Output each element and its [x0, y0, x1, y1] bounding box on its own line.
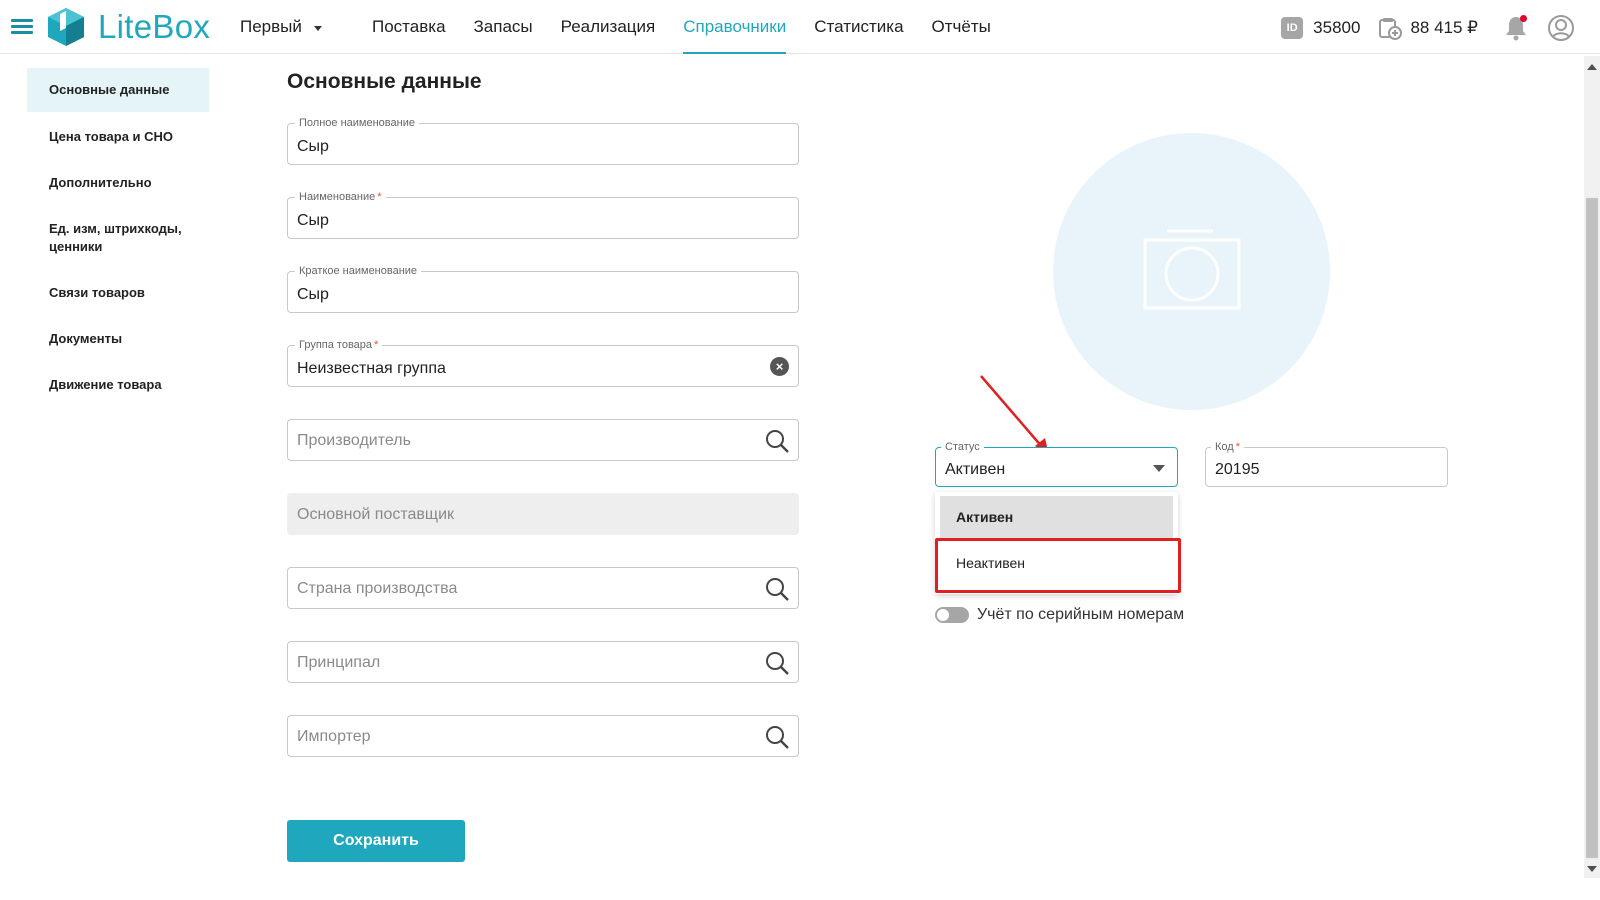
- principal-field[interactable]: Принципал: [287, 641, 799, 683]
- scroll-up-icon[interactable]: [1587, 64, 1597, 70]
- code-field[interactable]: Код * 20195: [1205, 440, 1448, 487]
- wallet-add-icon[interactable]: [1378, 16, 1403, 40]
- status-dropdown-menu: Активен Неактивен: [935, 492, 1178, 594]
- logo[interactable]: LiteBox: [46, 6, 210, 48]
- manufacturer-placeholder: Производитель: [297, 432, 411, 449]
- camera-icon: [1143, 229, 1241, 310]
- serial-numbers-toggle[interactable]: [935, 607, 969, 623]
- nav-item-stock[interactable]: Запасы: [474, 0, 533, 54]
- sidebar-item-units-barcodes[interactable]: Ед. изм, штрихкоды, ценники: [27, 208, 209, 268]
- main-nav: Поставка Запасы Реализация Справочники С…: [372, 0, 1019, 54]
- code-label: Код *: [1211, 440, 1244, 454]
- toggle-knob: [937, 609, 949, 621]
- account-id: 35800: [1313, 18, 1361, 37]
- country-field[interactable]: Страна производства: [287, 567, 799, 609]
- product-group-label: Группа товара *: [295, 338, 383, 352]
- full-name-field[interactable]: Полное наименование Сыр: [287, 116, 799, 165]
- nav-item-sales[interactable]: Реализация: [561, 0, 656, 54]
- search-icon[interactable]: [764, 428, 790, 454]
- full-name-label: Полное наименование: [295, 116, 419, 130]
- status-option-active[interactable]: Активен: [940, 496, 1173, 538]
- annotation-arrow: [980, 375, 1049, 455]
- nav-item-reports[interactable]: Отчёты: [932, 0, 991, 54]
- main-supplier-placeholder: Основной поставщик: [297, 506, 455, 523]
- status-select[interactable]: Статус Активен: [935, 440, 1178, 487]
- dropdown-caret-icon: [1153, 465, 1165, 472]
- company-name: Первый: [240, 17, 302, 36]
- sidebar-item-main-data[interactable]: Основные данные: [27, 68, 209, 112]
- sidebar-item-movement[interactable]: Движение товара: [27, 364, 209, 406]
- product-group-field[interactable]: Группа товара * Неизвестная группа ×: [287, 338, 799, 387]
- nav-item-statistics[interactable]: Статистика: [814, 0, 903, 54]
- company-selector[interactable]: Первый: [240, 17, 322, 37]
- sidebar-item-additional[interactable]: Дополнительно: [27, 162, 209, 204]
- serial-numbers-label: Учёт по серийным номерам: [977, 606, 1185, 623]
- search-icon[interactable]: [764, 576, 790, 602]
- sidebar: Основные данные Цена товара и СНО Дополн…: [27, 68, 209, 406]
- header-right: ID 35800 88 415 ₽: [1281, 14, 1600, 42]
- notifications-bell-icon[interactable]: [1504, 15, 1528, 41]
- balance-value: 88 415 ₽: [1410, 18, 1478, 37]
- sidebar-item-price[interactable]: Цена товара и СНО: [27, 116, 209, 158]
- status-label: Статус: [941, 440, 984, 454]
- short-name-value: Сыр: [297, 286, 329, 303]
- short-name-label: Краткое наименование: [295, 264, 422, 278]
- clear-icon[interactable]: ×: [770, 357, 789, 376]
- short-name-field[interactable]: Краткое наименование Сыр: [287, 264, 799, 313]
- save-button[interactable]: Сохранить: [287, 820, 465, 862]
- serial-numbers-row: Учёт по серийным номерам: [935, 606, 1184, 624]
- code-value: 20195: [1215, 461, 1260, 478]
- status-value: Активен: [945, 461, 1006, 478]
- name-field[interactable]: Наименование * Сыр: [287, 190, 799, 239]
- sidebar-item-documents[interactable]: Документы: [27, 318, 209, 360]
- importer-field[interactable]: Импортер: [287, 715, 799, 757]
- manufacturer-field[interactable]: Производитель: [287, 419, 799, 461]
- menu-icon[interactable]: [11, 19, 33, 35]
- search-icon[interactable]: [764, 650, 790, 676]
- page-title: Основные данные: [287, 70, 482, 93]
- search-icon[interactable]: [764, 724, 790, 750]
- nav-item-directories[interactable]: Справочники: [683, 0, 787, 54]
- name-label: Наименование *: [295, 190, 386, 204]
- id-icon: ID: [1281, 17, 1304, 39]
- scroll-down-icon[interactable]: [1587, 866, 1597, 872]
- importer-placeholder: Импортер: [297, 728, 371, 745]
- chevron-down-icon: [313, 25, 322, 31]
- product-photo-upload[interactable]: [1053, 133, 1330, 410]
- scrollbar-thumb[interactable]: [1586, 198, 1598, 858]
- top-header: LiteBox Первый Поставка Запасы Реализаци…: [0, 0, 1600, 54]
- product-group-value: Неизвестная группа: [297, 360, 446, 377]
- sidebar-item-links[interactable]: Связи товаров: [27, 272, 209, 314]
- user-avatar-icon[interactable]: [1548, 15, 1574, 41]
- country-placeholder: Страна производства: [297, 580, 458, 597]
- notification-dot: [1520, 15, 1527, 22]
- logo-text: LiteBox: [98, 8, 211, 45]
- full-name-value: Сыр: [297, 138, 329, 155]
- main-supplier-field: Основной поставщик: [287, 493, 799, 535]
- litebox-logo-icon: [48, 8, 84, 46]
- principal-placeholder: Принципал: [297, 654, 381, 671]
- nav-item-supply[interactable]: Поставка: [372, 0, 446, 54]
- name-value: Сыр: [297, 212, 329, 229]
- status-option-inactive[interactable]: Неактивен: [940, 542, 1173, 584]
- vertical-scrollbar[interactable]: [1584, 56, 1600, 878]
